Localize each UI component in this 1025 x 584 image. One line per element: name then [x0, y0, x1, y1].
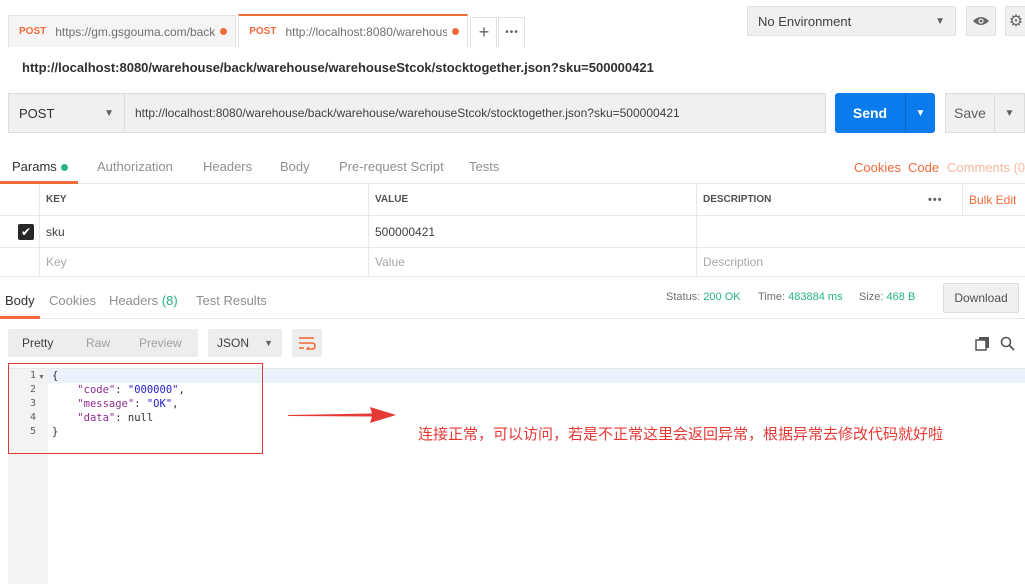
tab-params[interactable]: Params — [12, 159, 68, 174]
caret-down-icon: ▼ — [104, 107, 114, 119]
time-readout: Time: 483884 ms — [758, 291, 843, 303]
method-select[interactable]: POST ▼ — [8, 93, 124, 133]
comments-link[interactable]: Comments (0) — [947, 160, 1025, 175]
download-button[interactable]: Download — [943, 283, 1019, 313]
tab-url: https://gm.gsgouma.com/back/ — [55, 24, 216, 39]
tab-label: Params — [12, 159, 57, 174]
settings-button[interactable]: ⚙ — [1005, 6, 1025, 36]
copy-button[interactable] — [972, 333, 992, 353]
tab-response-headers[interactable]: Headers (8) — [109, 293, 178, 308]
environment-label: No Environment — [758, 13, 852, 29]
search-icon — [1000, 336, 1015, 351]
new-description-input[interactable]: Description — [696, 248, 1025, 276]
url-input[interactable]: http://localhost:8080/warehouse/back/war… — [124, 93, 826, 133]
size-value: 468 B — [886, 291, 916, 303]
new-key-input[interactable]: Key — [39, 248, 368, 276]
more-options-icon[interactable]: ••• — [922, 184, 962, 215]
request-title: http://localhost:8080/warehouse/back/war… — [22, 60, 654, 75]
environment-select[interactable]: No Environment ▼ — [747, 6, 956, 36]
tabs-strip: POST https://gm.gsgouma.com/back/ POST h… — [8, 14, 526, 47]
status-dot-icon — [60, 164, 68, 172]
tab-tests[interactable]: Tests — [469, 159, 499, 174]
add-tab-button[interactable]: + — [470, 17, 498, 47]
format-select[interactable]: JSON ▼ — [208, 329, 282, 357]
code-link[interactable]: Code — [908, 160, 939, 175]
size-label: Size: — [859, 291, 884, 303]
tab-body[interactable]: Body — [280, 159, 310, 174]
view-pretty-button[interactable]: Pretty — [22, 336, 53, 350]
tab-authorization[interactable]: Authorization — [97, 159, 173, 174]
request-tab-1[interactable]: POST https://gm.gsgouma.com/back/ — [8, 15, 237, 47]
tab-bar: POST https://gm.gsgouma.com/back/ POST h… — [0, 0, 1025, 47]
tab-test-results[interactable]: Test Results — [196, 293, 267, 308]
param-enabled-checkbox[interactable]: ✔ — [18, 224, 34, 240]
column-value: VALUE — [368, 184, 696, 215]
tab-method: POST — [249, 26, 277, 37]
active-tab-indicator — [0, 316, 40, 319]
status-readout: Status: 200 OK — [666, 291, 741, 303]
cookies-link[interactable]: Cookies — [854, 160, 901, 175]
caret-down-icon: ▼ — [264, 338, 273, 348]
more-tabs-button[interactable]: ••• — [498, 17, 526, 47]
tab-method: POST — [19, 26, 47, 37]
save-options-button[interactable]: ▼ — [995, 93, 1025, 133]
gear-icon: ⚙ — [1008, 13, 1024, 30]
param-value-input[interactable]: 500000421 — [368, 216, 696, 247]
time-value: 483884 ms — [788, 291, 843, 303]
view-preview-button[interactable]: Preview — [139, 336, 182, 350]
tab-headers[interactable]: Headers — [203, 159, 252, 174]
table-header: KEY VALUE DESCRIPTION ••• Bulk Edit — [0, 184, 1025, 216]
wrap-lines-button[interactable] — [292, 329, 322, 357]
caret-down-icon: ▼ — [915, 107, 926, 119]
tab-response-body[interactable]: Body — [5, 293, 35, 308]
unsaved-dot-icon — [452, 28, 460, 35]
annotation-highlight-box — [8, 363, 263, 454]
annotation-arrow-icon — [288, 407, 396, 423]
size-readout: Size: 468 B — [859, 291, 915, 303]
caret-down-icon: ▼ — [935, 15, 945, 27]
param-description-input[interactable] — [696, 216, 1025, 247]
tab-url: http://localhost:8080/warehous — [285, 24, 448, 39]
table-row-empty: Key Value Description — [0, 248, 1025, 277]
format-label: JSON — [217, 336, 250, 350]
copy-icon — [974, 336, 989, 351]
caret-down-icon: ▼ — [1004, 107, 1015, 119]
tab-label: Headers — [109, 293, 159, 308]
wrap-lines-icon — [299, 337, 316, 350]
save-button[interactable]: Save — [945, 93, 995, 133]
view-mode-group: Pretty Raw Preview — [8, 329, 198, 357]
send-button[interactable]: Send — [835, 93, 905, 133]
checkmark-icon: ✔ — [20, 225, 32, 239]
tab-pre-request-script[interactable]: Pre-request Script — [339, 159, 444, 174]
status-value: 200 OK — [703, 291, 741, 303]
search-button[interactable] — [997, 333, 1017, 353]
table-row: ✔ sku 500000421 — [0, 216, 1025, 248]
view-raw-button[interactable]: Raw — [86, 336, 110, 350]
unsaved-dot-icon — [220, 28, 228, 35]
column-description: DESCRIPTION — [696, 184, 922, 215]
param-key-input[interactable]: sku — [39, 216, 368, 247]
annotation-text: 连接正常，可以访问，若是不正常这里会返回异常，根据异常去修改代码就好啦 — [418, 426, 944, 443]
request-tabs: Params Authorization Headers Body Pre-re… — [0, 150, 1025, 184]
new-value-input[interactable]: Value — [368, 248, 696, 276]
send-options-button[interactable]: ▼ — [905, 93, 935, 133]
environment-quick-look-button[interactable] — [966, 6, 996, 36]
time-label: Time: — [758, 291, 786, 303]
status-label: Status: — [666, 291, 701, 303]
eye-icon — [973, 17, 989, 25]
headers-count: (8) — [161, 293, 178, 308]
tab-response-cookies[interactable]: Cookies — [49, 293, 96, 308]
bulk-edit-link[interactable]: Bulk Edit — [962, 184, 1025, 215]
column-key: KEY — [39, 184, 368, 215]
method-label: POST — [19, 105, 55, 121]
response-tabs: Body Cookies Headers (8) Test Results St… — [0, 283, 1025, 319]
request-tab-2[interactable]: POST http://localhost:8080/warehous — [238, 14, 469, 47]
